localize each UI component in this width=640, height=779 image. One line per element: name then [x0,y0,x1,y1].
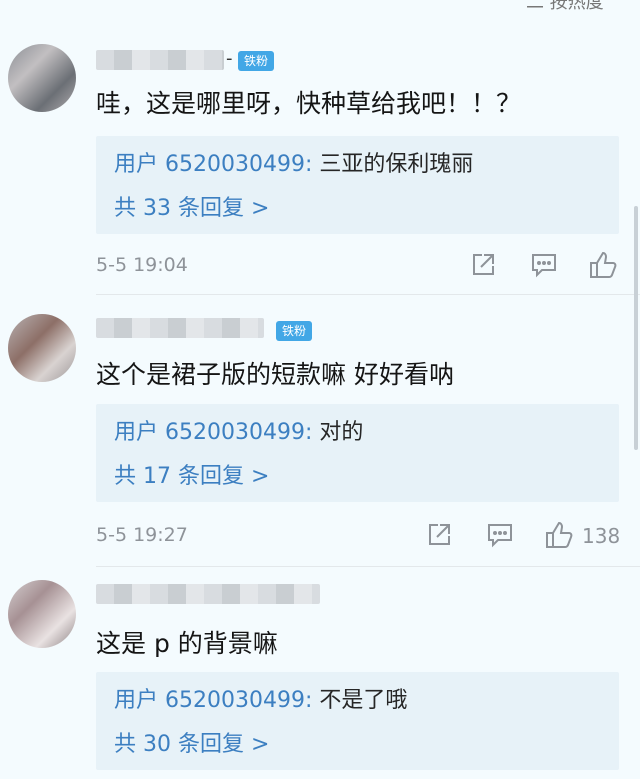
username-blurred[interactable] [96,584,320,604]
share-icon[interactable] [470,252,496,282]
comment-text: 这个是裙子版的短款嘛 好好看呐 [96,360,454,389]
comment-icon[interactable] [486,522,514,552]
fan-badge: 铁粉 [238,51,275,71]
username-blurred[interactable] [96,50,224,70]
comment-icon[interactable] [530,252,558,282]
name-separator: - [226,48,233,69]
like-count: 138 [582,524,621,548]
reply-count-link[interactable]: 共 33 条回复 > [114,190,269,222]
reply-line: 用户 6520030499: 不是了哦 [114,682,407,714]
divider [96,294,640,295]
reply-count-link[interactable]: 共 17 条回复 > [114,458,269,490]
divider [96,566,640,567]
comment-time: 5-5 19:04 [96,254,188,276]
reply-line: 用户 6520030499: 对的 [114,414,363,446]
comment-text: 这是 p 的背景嘛 [96,629,278,658]
reply-user[interactable]: 用户 6520030499: [114,688,312,713]
reply-line: 用户 6520030499: 三亚的保利瑰丽 [114,146,473,178]
reply-user[interactable]: 用户 6520030499: [114,152,312,177]
scrollbar[interactable] [634,206,638,450]
reply-user[interactable]: 用户 6520030499: [114,420,312,445]
reply-preview[interactable]: 用户 6520030499: 三亚的保利瑰丽 共 33 条回复 > [96,136,619,234]
avatar[interactable] [8,314,76,382]
reply-text: 三亚的保利瑰丽 [319,152,474,177]
like-icon[interactable] [544,520,574,554]
fan-badge: 铁粉 [276,321,313,341]
reply-preview[interactable]: 用户 6520030499: 不是了哦 共 30 条回复 > [96,672,619,770]
reply-count-link[interactable]: 共 30 条回复 > [114,726,269,758]
username-blurred[interactable] [96,318,264,338]
reply-preview[interactable]: 用户 6520030499: 对的 共 17 条回复 > [96,404,619,502]
share-icon[interactable] [426,522,452,552]
comment-time: 5-5 19:27 [96,524,188,546]
reply-text: 不是了哦 [319,688,408,713]
reply-text: 对的 [319,420,364,445]
avatar[interactable] [8,44,76,112]
like-icon[interactable] [588,250,618,284]
sort-toggle[interactable]: 二 按热度 [526,0,604,14]
comment-text: 哇，这是哪里呀，快种草给我吧！！？ [96,89,522,118]
avatar[interactable] [8,580,76,648]
